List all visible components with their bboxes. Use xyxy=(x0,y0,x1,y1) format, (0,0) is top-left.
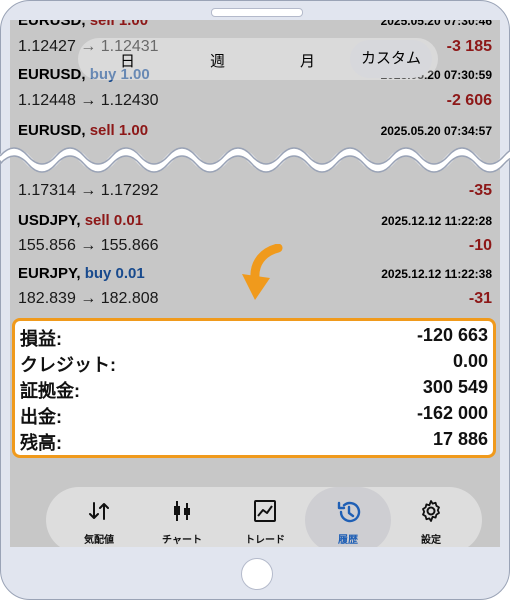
deal-row-header[interactable]: EURUSD, sell 1.00 2025.05.20 07:34:57 xyxy=(18,122,492,139)
summary-value: -162 000 xyxy=(416,403,488,423)
summary-value: 0.00 xyxy=(452,351,488,371)
deal-symbol: USDJPY, xyxy=(18,212,81,229)
deal-profit: -31 xyxy=(468,290,492,307)
deal-time: 2025.12.12 11:22:28 xyxy=(381,214,492,228)
deal-lots: 1.00 xyxy=(118,122,149,139)
deal-profit: -10 xyxy=(468,237,492,254)
deal-side: sell xyxy=(89,20,115,29)
deal-profit: -2 606 xyxy=(446,92,492,109)
deal-price-change: 182.839 → 182.808 xyxy=(18,290,159,307)
deal-price-row[interactable]: 1.12448 → 1.12430 -2 606 xyxy=(18,92,492,110)
speaker-slot xyxy=(211,8,303,17)
deal-price-change: 1.12448 → 1.12430 xyxy=(18,92,159,109)
deal-side: buy xyxy=(84,265,112,282)
deal-price-change: 1.17314 → 1.17292 xyxy=(18,182,159,199)
summary-value: -120 663 xyxy=(416,325,488,345)
deal-time: 2025.05.20 07:30:46 xyxy=(380,20,492,28)
trade-icon xyxy=(254,500,276,522)
deal-row-header[interactable]: EURUSD, sell 1.00 2025.05.20 07:30:46 xyxy=(18,20,492,29)
period-day[interactable]: 日 xyxy=(120,50,135,71)
tab-label: 気配値 xyxy=(84,535,114,546)
tab-settings[interactable]: 設定 xyxy=(388,487,474,547)
summary-row-withdrawal: 出金: -162 000 xyxy=(20,403,488,427)
summary-row-deposit: 証拠金: 300 549 xyxy=(20,377,488,401)
deal-symbol: EURUSD, xyxy=(18,66,86,83)
period-month[interactable]: 月 xyxy=(300,50,315,71)
deal-time: 2025.05.20 07:34:57 xyxy=(380,124,492,138)
summary-label: 残高: xyxy=(20,433,62,453)
summary-row-profit: 損益: -120 663 xyxy=(20,325,488,349)
summary-value: 300 549 xyxy=(422,377,488,397)
history-icon xyxy=(337,501,361,523)
deal-lots: 0.01 xyxy=(115,265,145,282)
period-week[interactable]: 週 xyxy=(210,50,225,71)
summary-label: 証拠金: xyxy=(20,381,80,401)
period-selector: 日 週 月 カスタム xyxy=(78,38,438,80)
deal-price-row[interactable]: 1.17314 → 1.17292 -35 xyxy=(18,182,492,200)
tab-label: 設定 xyxy=(421,535,441,546)
deal-time: 2025.12.12 11:22:38 xyxy=(381,267,492,281)
wavy-break-line xyxy=(0,147,510,173)
deal-lots: 0.01 xyxy=(113,212,144,229)
deal-symbol: EURJPY, xyxy=(18,265,81,282)
tab-label: 履歴 xyxy=(338,535,358,546)
quotes-icon xyxy=(89,502,109,520)
period-custom[interactable]: カスタム xyxy=(350,40,432,78)
deal-symbol: EURUSD, xyxy=(18,122,86,139)
tab-chart[interactable]: チャート xyxy=(139,487,225,547)
bottom-tab-bar: 気配値 チャート トレード 履歴 設定 xyxy=(46,487,482,547)
summary-row-balance: 残高: 17 886 xyxy=(20,429,488,453)
pointer-arrow-icon xyxy=(242,244,283,300)
account-summary-box: 損益: -120 663 クレジット: 0.00 証拠金: 300 549 出金… xyxy=(12,318,496,458)
deal-profit: -3 185 xyxy=(446,38,492,55)
deal-profit: -35 xyxy=(468,182,492,199)
summary-row-credit: クレジット: 0.00 xyxy=(20,351,488,375)
deal-price-change: 155.856 → 155.866 xyxy=(18,237,159,254)
deal-row-header[interactable]: USDJPY, sell 0.01 2025.12.12 11:22:28 xyxy=(18,212,492,229)
tab-label: チャート xyxy=(162,535,202,546)
chart-candles-icon xyxy=(174,501,190,521)
tab-history[interactable]: 履歴 xyxy=(305,487,391,547)
deal-side: sell xyxy=(89,122,115,139)
tab-quotes[interactable]: 気配値 xyxy=(56,487,142,547)
home-button[interactable] xyxy=(241,558,273,590)
summary-value: 17 886 xyxy=(432,429,488,449)
summary-label: クレジット: xyxy=(20,355,116,375)
tab-trade[interactable]: トレード xyxy=(222,487,308,547)
tab-label: トレード xyxy=(245,535,285,546)
summary-label: 出金: xyxy=(20,407,62,427)
deal-lots: 1.00 xyxy=(118,20,149,29)
summary-label: 損益: xyxy=(20,329,62,349)
settings-gear-icon xyxy=(422,500,440,522)
deal-side: sell xyxy=(84,212,110,229)
deal-symbol: EURUSD, xyxy=(18,20,86,29)
